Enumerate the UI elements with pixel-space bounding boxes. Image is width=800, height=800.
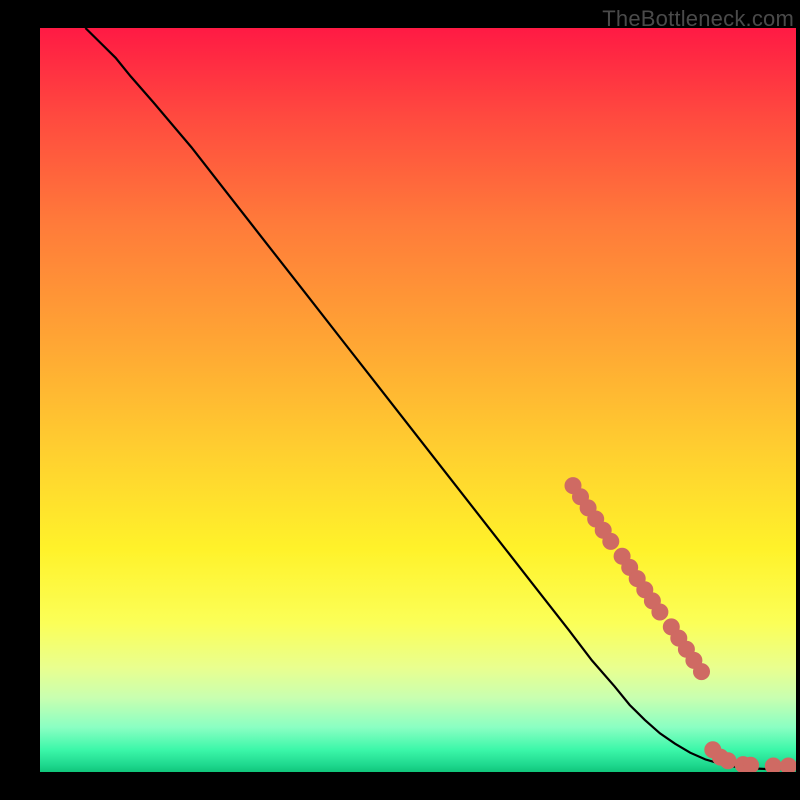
chart-svg [40, 28, 796, 772]
data-point [720, 753, 736, 769]
data-point [652, 604, 668, 620]
data-point [743, 757, 759, 772]
plot-area [40, 28, 796, 772]
markers-group [565, 478, 796, 772]
data-point [780, 758, 796, 772]
data-point [603, 533, 619, 549]
chart-container: TheBottleneck.com [0, 0, 800, 800]
data-point [694, 664, 710, 680]
data-point [765, 758, 781, 772]
